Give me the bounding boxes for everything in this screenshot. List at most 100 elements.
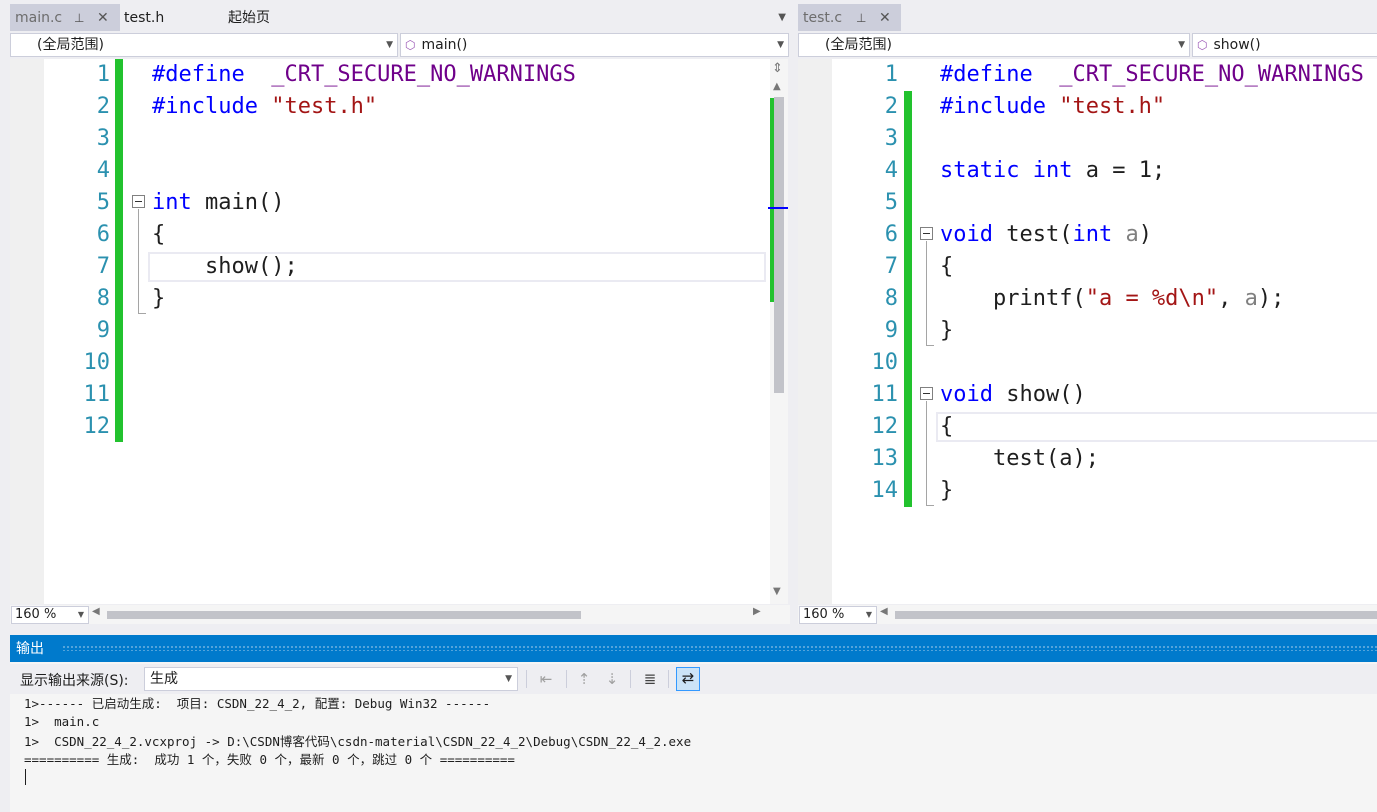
goto-location-icon[interactable]: ⇤ [536,669,556,689]
scroll-down-icon[interactable]: ▼ [773,586,781,597]
collapse-icon[interactable] [920,227,933,240]
collapse-icon[interactable] [132,195,145,208]
code-editor-main[interactable]: 1 2 3 4 5 6 7 8 9 10 11 12 #define _CRT_… [10,59,771,604]
zoom-combo[interactable]: 160 % ▼ [11,606,89,624]
horizontal-bar: 160 % ▼ ◀ [798,605,1377,624]
code-line-7: { [940,254,954,279]
preprocessor-token: #include [940,94,1046,119]
chevron-down-icon: ▼ [1178,40,1185,50]
output-title-bar: 输出 [10,635,1377,662]
output-line: 1> main.c [24,714,100,729]
close-icon[interactable]: ✕ [97,4,109,32]
horizontal-scroll-thumb[interactable] [895,611,1377,619]
output-title: 输出 [16,641,44,657]
pin-icon[interactable]: ⊥ [74,4,84,32]
split-handle-icon[interactable]: ⇕ [772,61,783,76]
outline-line [926,401,927,505]
tab-test-h[interactable]: test.h [119,4,199,31]
tab-label: test.h [124,10,165,26]
scope-value: (全局范围) [37,37,104,53]
change-tracking-bar [904,91,912,507]
line-number: 2 [884,94,898,119]
keyword-token: int [1072,222,1113,247]
line-number: 1 [884,62,898,87]
tab-list-dropdown-icon[interactable]: ▼ [778,4,786,32]
code-token: show() [992,382,1086,407]
scroll-right-icon[interactable]: ▶ [753,606,761,617]
output-line: 1> CSDN_22_4_2.vcxproj -> D:\CSDN博客代码\cs… [24,734,692,749]
line-number: 12 [871,414,899,439]
pin-icon[interactable]: ⊥ [856,4,866,32]
left-editor-pane: main.c ⊥ ✕ test.h 起始页 ▼ (全局范围) ▼ ⬡ main()… [10,0,790,628]
source-label: 显示输出来源(S): [20,673,129,689]
zoom-combo[interactable]: 160 % ▼ [799,606,877,624]
output-panel: 输出 显示输出来源(S): 生成 ▼ ⇤ ⇡ ⇣ ≣ ⇄ 1>------ 已启… [10,635,1377,812]
word-wrap-icon[interactable]: ⇄ [676,667,700,691]
change-tracking-bar [115,59,123,442]
next-message-icon[interactable]: ⇣ [602,669,622,689]
caret-position-marker [768,207,788,209]
code-line-6: { [152,222,166,247]
keyword-token: void [940,382,993,407]
change-map [770,98,774,302]
horizontal-scroll-thumb[interactable] [107,611,581,619]
tab-test-c[interactable]: test.c ⊥ ✕ [798,4,901,31]
output-text-area[interactable]: 1>------ 已启动生成: 项目: CSDN_22_4_2, 配置: Deb… [10,695,1377,812]
toolbar-separator [668,670,669,688]
collapse-icon[interactable] [920,387,933,400]
function-combo[interactable]: ⬡ main() ▼ [400,33,789,57]
outline-end [138,313,146,314]
function-value: show() [1213,37,1261,53]
code-token: ) [1138,222,1152,247]
scope-combo[interactable]: (全局范围) ▼ [798,33,1190,57]
keyword-token: int [1032,158,1073,183]
tab-start-page[interactable]: 起始页 [228,4,270,31]
zoom-value: 160 % [803,607,845,622]
code-line-8: } [152,286,166,311]
text-cursor [25,769,26,785]
outline-end [926,505,934,506]
string-token: "a = %d\n" [1085,286,1219,311]
keyword-token: int [152,190,192,215]
keyword-token: static [940,158,1020,183]
line-number: 9 [884,318,898,343]
scroll-left-icon[interactable]: ◀ [92,606,100,617]
code-token: a = 1; [1072,158,1166,183]
tab-main-c[interactable]: main.c ⊥ ✕ [10,4,120,31]
outline-end [926,345,934,346]
code-line-12: { [940,414,954,439]
close-icon[interactable]: ✕ [879,4,891,32]
scope-combo[interactable]: (全局范围) ▼ [10,33,398,57]
code-line-7: show(); [152,254,298,279]
function-value: main() [421,37,468,53]
tab-label: main.c [15,10,63,26]
clear-all-icon[interactable]: ≣ [640,669,660,689]
code-token: ); [1257,286,1285,311]
line-number: 5 [884,190,898,215]
preprocessor-token: #define [940,62,1033,87]
toolbar-separator [526,670,527,688]
scroll-thumb[interactable] [774,97,784,393]
code-editor-test[interactable]: 1 2 3 4 5 6 7 8 9 10 11 12 13 14 #define… [798,59,1377,604]
code-line-14: } [940,478,954,503]
pane-splitter[interactable] [790,0,798,628]
function-cube-icon: ⬡ [405,38,416,52]
line-number: 6 [884,222,898,247]
line-number: 3 [96,126,110,151]
chevron-down-icon: ▼ [77,610,84,619]
outline-line [926,241,927,345]
line-number: 2 [96,94,110,119]
code-line-2: #include "test.h" [940,91,1165,123]
right-tab-strip: test.c ⊥ ✕ [798,4,1377,31]
function-combo[interactable]: ⬡ show() [1192,33,1377,57]
scroll-left-icon[interactable]: ◀ [880,606,888,617]
vertical-scrollbar[interactable]: ⇕ ▲ ▼ [768,59,788,604]
code-line-9: } [940,318,954,343]
code-token: main() [191,190,285,215]
output-source-select[interactable]: 生成 ▼ [144,667,518,691]
scroll-up-icon[interactable]: ▲ [773,81,781,92]
previous-message-icon[interactable]: ⇡ [574,669,594,689]
line-number: 11 [871,382,899,407]
code-line-1: #define _CRT_SECURE_NO_WARNINGS [152,59,576,91]
navigation-bar: (全局范围) ▼ ⬡ show() [798,33,1377,57]
